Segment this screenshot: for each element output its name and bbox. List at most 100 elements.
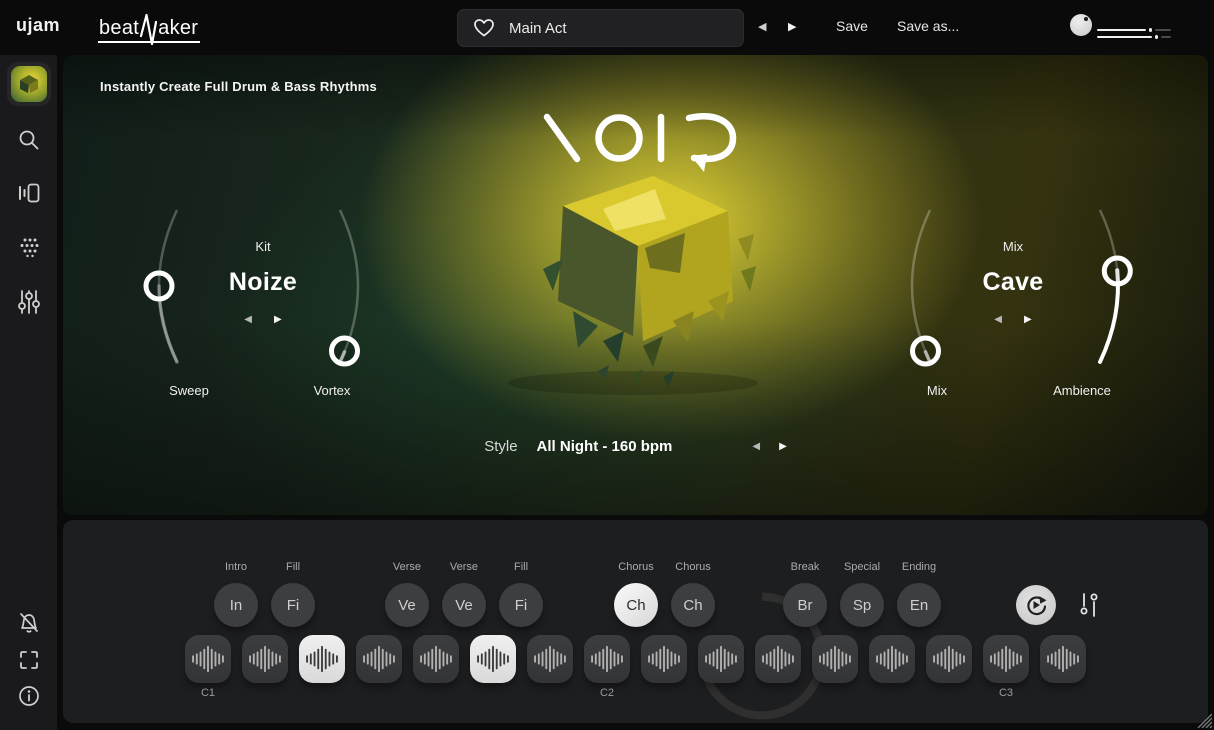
style-value: All Night - 160 bpm — [537, 438, 673, 455]
section-button-verse[interactable]: Ve — [442, 583, 486, 627]
vortex-handle[interactable] — [332, 338, 358, 364]
ambience-handle[interactable] — [1104, 258, 1130, 284]
key-pad[interactable] — [413, 635, 459, 683]
beatmaker-logo-suffix: aker — [158, 18, 198, 38]
fullscreen-icon — [17, 648, 41, 672]
micro-timing-button[interactable] — [1080, 592, 1098, 623]
kit-value: Noize — [173, 268, 353, 297]
level-meter-right[interactable] — [1097, 36, 1171, 38]
style-prev-icon[interactable]: ◀ — [752, 441, 760, 452]
sidebar-item-void-instrument[interactable] — [11, 66, 47, 102]
sweep-handle[interactable] — [146, 273, 172, 299]
section-label: Chorus — [651, 561, 735, 573]
waveform-icon — [419, 645, 453, 673]
loop-play-icon — [1024, 593, 1048, 617]
save-as-button[interactable]: Save as... — [897, 18, 959, 34]
key-pad[interactable] — [242, 635, 288, 683]
waveform-icon — [989, 645, 1023, 673]
mix-selector: Mix Cave ◀ ▶ — [923, 239, 1103, 325]
top-bar: ujam beat aker Main Act ◀ ▶ Save Save as… — [0, 0, 1214, 55]
search-icon — [17, 128, 41, 152]
key-pad[interactable] — [869, 635, 915, 683]
section-button-chorus[interactable]: Ch — [671, 583, 715, 627]
section-button-fill[interactable]: Fi — [499, 583, 543, 627]
key-pad[interactable] — [641, 635, 687, 683]
section-button-verse[interactable]: Ve — [385, 583, 429, 627]
volume-knob[interactable] — [1070, 14, 1092, 36]
sidebar-item-settings[interactable] — [16, 288, 42, 316]
main-panel: Instantly Create Full Drum & Bass Rhythm… — [63, 55, 1208, 515]
sidebar-item-notifications[interactable] — [17, 611, 41, 637]
void-artwork — [503, 151, 763, 401]
section-button-intro[interactable]: In — [214, 583, 258, 627]
mix-param-label: Mix — [877, 383, 997, 398]
sidebar-item-fullscreen[interactable] — [17, 648, 41, 672]
mix-prev-icon[interactable]: ◀ — [994, 314, 1002, 325]
ambience-arc-slider[interactable] — [1090, 206, 1134, 366]
key-pad[interactable] — [527, 635, 573, 683]
preset-next-icon[interactable]: ▶ — [788, 17, 796, 37]
waveform-icon — [305, 645, 339, 673]
mix-next-icon[interactable]: ▶ — [1024, 314, 1032, 325]
key-pad[interactable] — [470, 635, 516, 683]
waveform-icon — [818, 645, 852, 673]
waveform-icon — [590, 645, 624, 673]
level-meter-left[interactable] — [1097, 29, 1171, 31]
pattern-dots-icon — [16, 236, 42, 258]
style-next-icon[interactable]: ▶ — [779, 441, 787, 452]
vortex-arc-slider[interactable] — [330, 206, 374, 366]
resize-grip[interactable] — [1194, 712, 1212, 728]
bell-off-icon — [17, 611, 41, 637]
key-pad[interactable] — [299, 635, 345, 683]
mix-label: Mix — [923, 239, 1103, 254]
style-selector[interactable]: Style All Night - 160 bpm ◀ ▶ — [63, 438, 1208, 455]
knob-indicator-dot — [1084, 17, 1088, 21]
waveform-icon — [647, 645, 681, 673]
key-pad[interactable] — [1040, 635, 1086, 683]
beatmaker-logo-prefix: beat — [99, 18, 139, 38]
key-pad[interactable] — [356, 635, 402, 683]
vortex-label: Vortex — [272, 383, 392, 398]
key-pad[interactable] — [926, 635, 972, 683]
key-pad-c3[interactable] — [983, 635, 1029, 683]
kit-selector: Kit Noize ◀ ▶ — [173, 239, 353, 325]
key-pad-c2[interactable] — [584, 635, 630, 683]
save-button[interactable]: Save — [836, 18, 868, 34]
sweep-arc-slider[interactable] — [143, 206, 187, 366]
waveform-icon — [362, 645, 396, 673]
ujam-logo: ujam — [16, 15, 60, 36]
sidebar-item-search[interactable] — [17, 128, 41, 152]
sidebar-item-patterns[interactable] — [16, 236, 42, 258]
kit-label: Kit — [173, 239, 353, 254]
instrument-browser-icon — [16, 181, 42, 205]
preset-prev-icon[interactable]: ◀ — [758, 17, 766, 37]
waveform-m-icon — [140, 12, 157, 46]
section-button-chorus[interactable]: Ch — [614, 583, 658, 627]
sweep-label: Sweep — [129, 383, 249, 398]
waveform-icon — [1046, 645, 1080, 673]
waveform-icon — [704, 645, 738, 673]
pattern-panel: Intro Fill Verse Verse Fill Chorus Choru… — [63, 520, 1208, 723]
beatmaker-logo: beat aker — [98, 12, 200, 43]
kit-next-icon[interactable]: ▶ — [274, 314, 282, 325]
key-pad[interactable] — [755, 635, 801, 683]
key-pad[interactable] — [698, 635, 744, 683]
key-pad[interactable] — [812, 635, 858, 683]
section-button-break[interactable]: Br — [783, 583, 827, 627]
section-button-fill[interactable]: Fi — [271, 583, 315, 627]
mix-handle[interactable] — [913, 338, 939, 364]
preset-selector[interactable]: Main Act — [457, 9, 744, 47]
section-button-special[interactable]: Sp — [840, 583, 884, 627]
sidebar-item-info[interactable] — [17, 684, 41, 708]
favorite-heart-icon[interactable] — [473, 18, 495, 38]
style-label: Style — [484, 438, 517, 455]
mix-value: Cave — [923, 268, 1103, 297]
mix-arc-slider[interactable] — [896, 206, 940, 366]
void-thumb-cube-icon — [11, 66, 47, 102]
kit-prev-icon[interactable]: ◀ — [244, 314, 252, 325]
key-pad-c1[interactable] — [185, 635, 231, 683]
waveform-icon — [191, 645, 225, 673]
section-button-ending[interactable]: En — [897, 583, 941, 627]
loop-play-button[interactable] — [1016, 585, 1056, 625]
sidebar-item-instrument-browser[interactable] — [16, 181, 42, 205]
